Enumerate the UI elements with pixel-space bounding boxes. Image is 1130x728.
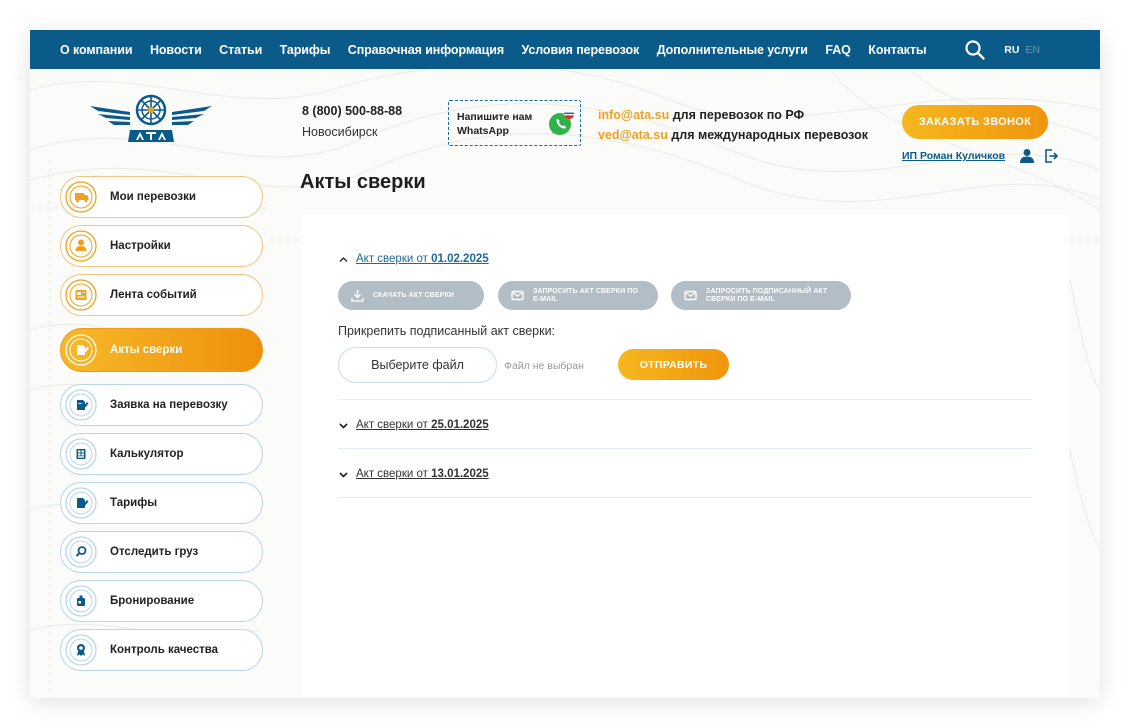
sidebar-item-settings[interactable]: Настройки — [60, 225, 263, 267]
user-profile-icon[interactable] — [1019, 148, 1035, 164]
download-act-button[interactable]: СКАЧАТЬ АКТ СВЕРКИ — [338, 281, 484, 310]
search-icon[interactable] — [964, 39, 986, 61]
divider — [338, 497, 1032, 498]
request-act-email-label: ЗАПРОСИТЬ АКТ СВЕРКИ ПО E-MAIL — [533, 287, 638, 303]
sidebar-menu: Мои перевозки Настройки Лента событий Ак… — [60, 176, 263, 678]
download-icon — [351, 290, 364, 302]
request-signed-act-email-label: ЗАПРОСИТЬ ПОДПИСАННЫЙ АКТ СВЕРКИ ПО E-MA… — [706, 287, 828, 303]
email-domestic[interactable]: info@ata.su — [598, 108, 669, 122]
request-act-email-button[interactable]: ЗАПРОСИТЬ АКТ СВЕРКИ ПО E-MAIL — [498, 281, 658, 310]
download-act-label: СКАЧАТЬ АКТ СВЕРКИ — [373, 291, 455, 299]
sidebar-item-label: Акты сверки — [110, 344, 183, 356]
whatsapp-icon — [549, 109, 575, 135]
chevron-down-icon — [339, 422, 348, 429]
nav-news[interactable]: Новости — [150, 43, 202, 57]
sidebar-item-label: Отследить груз — [110, 546, 199, 558]
tariffs-icon — [65, 487, 97, 519]
sidebar-item-label: Бронирование — [110, 595, 195, 607]
main-menu: О компании Новости Статьи Тарифы Справоч… — [30, 43, 944, 57]
nav-services[interactable]: Дополнительные услуги — [657, 43, 808, 57]
act-date: 25.01.2025 — [431, 419, 489, 431]
sidebar-item-tariffs[interactable]: Тарифы — [60, 482, 263, 524]
app-window: О компании Новости Статьи Тарифы Справоч… — [30, 30, 1100, 698]
request-signed-act-email-button[interactable]: ЗАПРОСИТЬ ПОДПИСАННЫЙ АКТ СВЕРКИ ПО E-MA… — [671, 281, 851, 310]
calculator-icon — [65, 438, 97, 470]
email-international[interactable]: ved@ata.su — [598, 128, 668, 142]
act-accordion-header-1[interactable]: Акт сверки от 01.02.2025 — [338, 253, 489, 265]
nav-conditions[interactable]: Условия перевозок — [522, 43, 640, 57]
attach-signed-act-label: Прикрепить подписанный акт сверки: — [338, 324, 556, 338]
sidebar-item-label: Тарифы — [110, 497, 158, 509]
sidebar-item-shipment-request[interactable]: Заявка на перевозку — [60, 384, 263, 426]
lang-en[interactable]: EN — [1025, 44, 1040, 56]
nav-reference[interactable]: Справочная информация — [348, 43, 504, 57]
sidebar-item-calculator[interactable]: Калькулятор — [60, 433, 263, 475]
contact-phone-block: 8 (800) 500-88-88 Новосибирск — [302, 104, 402, 139]
nav-tariffs[interactable]: Тарифы — [280, 43, 331, 57]
whatsapp-label: Напишите нам WhatsApp — [457, 111, 533, 137]
act-prefix: Акт сверки от — [356, 253, 432, 265]
nav-articles[interactable]: Статьи — [219, 43, 262, 57]
ata-logo[interactable] — [90, 94, 212, 146]
lang-ru[interactable]: RU — [1004, 44, 1019, 56]
sidebar-item-my-shipments[interactable]: Мои перевозки — [60, 176, 263, 218]
act-prefix: Акт сверки от — [356, 468, 432, 480]
divider — [338, 448, 1032, 449]
track-cargo-icon — [65, 536, 97, 568]
act-accordion-header-2[interactable]: Акт сверки от 25.01.2025 — [338, 419, 489, 431]
email-contacts: info@ata.su для перевозок по РФ ved@ata.… — [598, 105, 868, 145]
sidebar-item-reconciliation-acts[interactable]: Акты сверки — [60, 328, 263, 372]
sidebar-item-label: Калькулятор — [110, 448, 184, 460]
mail-icon — [684, 290, 697, 301]
sidebar-item-label: Настройки — [110, 240, 171, 252]
sidebar-item-label: Заявка на перевозку — [110, 399, 228, 411]
sidebar-item-quality-control[interactable]: Контроль качества — [60, 629, 263, 671]
sidebar-item-booking[interactable]: Бронирование — [60, 580, 263, 622]
email-domestic-desc: для перевозок по РФ — [669, 108, 805, 122]
act-title: Акт сверки от 13.01.2025 — [356, 468, 489, 480]
act-accordion-header-3[interactable]: Акт сверки от 13.01.2025 — [338, 468, 489, 480]
email-international-desc: для международных перевозок — [667, 128, 868, 142]
logout-icon[interactable] — [1043, 148, 1059, 164]
user-name-link[interactable]: ИП Роман Куличков — [902, 150, 1005, 162]
divider — [338, 399, 1032, 400]
chevron-down-icon — [339, 471, 348, 478]
act-prefix: Акт сверки от — [356, 419, 432, 431]
nav-contacts[interactable]: Контакты — [868, 43, 926, 57]
request-form-icon — [65, 389, 97, 421]
document-pen-icon — [65, 334, 97, 366]
whatsapp-box[interactable]: Напишите нам WhatsApp — [448, 100, 581, 146]
nav-faq[interactable]: FAQ — [825, 43, 851, 57]
mail-icon — [511, 290, 524, 301]
choose-file-button[interactable]: Выберите файл — [338, 347, 497, 383]
acts-panel: Акт сверки от 01.02.2025 СКАЧАТЬ АКТ СВЕ… — [302, 214, 1068, 698]
act-title: Акт сверки от 25.01.2025 — [356, 419, 489, 431]
sidebar-item-track-cargo[interactable]: Отследить груз — [60, 531, 263, 573]
news-feed-icon — [65, 279, 97, 311]
sidebar-item-label: Контроль качества — [110, 644, 219, 656]
nav-about[interactable]: О компании — [60, 43, 133, 57]
user-settings-icon — [65, 230, 97, 262]
nav-tools: RU EN — [964, 30, 1040, 69]
act-date: 13.01.2025 — [431, 468, 489, 480]
sidebar-item-label: Лента событий — [110, 289, 197, 301]
sidebar-item-label: Мои перевозки — [110, 191, 196, 203]
city-label: Новосибирск — [302, 125, 378, 139]
user-panel: ИП Роман Куличков — [902, 148, 1067, 164]
send-button[interactable]: ОТПРАВИТЬ — [618, 349, 729, 380]
truck-icon — [65, 181, 97, 213]
no-file-label: Файл не выбран — [504, 360, 584, 372]
phone-number[interactable]: 8 (800) 500-88-88 — [302, 104, 402, 118]
quality-control-icon — [65, 634, 97, 666]
top-navigation: О компании Новости Статьи Тарифы Справоч… — [30, 30, 1100, 69]
booking-icon — [65, 585, 97, 617]
sidebar-item-event-feed[interactable]: Лента событий — [60, 274, 263, 316]
chevron-up-icon — [339, 256, 348, 262]
page-title: Акты сверки — [300, 171, 426, 193]
order-callback-button[interactable]: ЗАКАЗАТЬ ЗВОНОК — [902, 105, 1048, 139]
act-date: 01.02.2025 — [431, 253, 489, 265]
act-title: Акт сверки от 01.02.2025 — [356, 253, 489, 265]
